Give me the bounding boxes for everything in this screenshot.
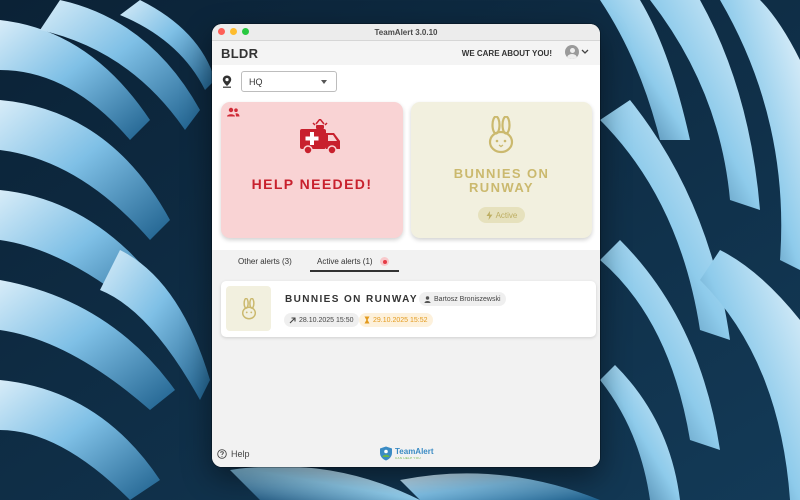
alert-title: BUNNIES ON RUNWAY (285, 294, 418, 305)
help-circle-icon (217, 449, 227, 459)
alert-deadline-time: 29.10.2025 15:52 (373, 316, 428, 324)
help-link[interactable]: Help (217, 449, 250, 459)
bunnies-on-runway-label: BUNNIES ON RUNWAY (411, 167, 592, 195)
active-status-label: Active (495, 210, 518, 220)
alert-deadline-chip: 29.10.2025 15:52 (359, 313, 433, 327)
alert-author-chip: Bartosz Broniszewski (419, 292, 506, 306)
footer: Help TeamAlert CAN HELP YOU (212, 441, 600, 467)
avatar-icon (565, 45, 579, 59)
person-icon (424, 295, 431, 303)
alert-list-item[interactable]: BUNNIES ON RUNWAY Bartosz Broniszewski 2… (221, 281, 596, 337)
alerts-panel: Other alerts (3) Active alerts (1) BUNNI… (212, 250, 600, 441)
location-row: HQ (212, 70, 600, 94)
title-bar: TeamAlert 3.0.10 (212, 24, 600, 41)
rabbit-icon (241, 297, 256, 319)
app-header: BLDR WE CARE ABOUT YOU! (212, 41, 600, 65)
window-title: TeamAlert 3.0.10 (374, 27, 438, 37)
teamalert-logo: TeamAlert CAN HELP YOU (379, 446, 434, 461)
logo-word: TeamAlert (395, 446, 434, 456)
logo-subtext: CAN HELP YOU (395, 455, 421, 460)
active-status-badge: Active (478, 207, 525, 223)
tagline: WE CARE ABOUT YOU! (461, 49, 552, 58)
people-icon (227, 107, 240, 117)
teamalert-shield-icon (380, 446, 392, 461)
location-select[interactable]: HQ (241, 71, 337, 92)
brand-name: BLDR (221, 45, 259, 61)
alert-thumbnail (226, 286, 271, 331)
ambulance-icon (300, 119, 340, 155)
tab-active-alerts[interactable]: Active alerts (1) (317, 257, 373, 266)
rabbit-icon (488, 116, 514, 154)
minimize-window-button[interactable] (230, 28, 237, 35)
logo-text: TeamAlert CAN HELP YOU (395, 446, 434, 460)
arrow-up-right-icon (289, 316, 296, 323)
bolt-icon (486, 210, 493, 220)
bunnies-on-runway-card[interactable]: BUNNIES ON RUNWAY Active (411, 102, 592, 238)
dropdown-caret-icon (321, 80, 327, 84)
help-needed-card[interactable]: HELP NEEDED! (221, 102, 403, 238)
location-select-value: HQ (249, 77, 263, 87)
alert-author: Bartosz Broniszewski (434, 295, 501, 303)
location-pin-icon (222, 75, 232, 88)
alert-cards: HELP NEEDED! BUNNIES ON RUNWAY Active (212, 102, 600, 252)
account-menu-button[interactable] (565, 45, 589, 59)
alert-tabs: Other alerts (3) Active alerts (1) (212, 250, 600, 274)
alert-start-chip: 28.10.2025 15:50 (284, 313, 359, 327)
bunny-label-line2: RUNWAY (469, 180, 534, 195)
window-controls (218, 28, 249, 35)
active-alert-indicator (380, 257, 389, 266)
chevron-down-icon (581, 49, 589, 54)
help-label: Help (231, 449, 250, 459)
close-window-button[interactable] (218, 28, 225, 35)
bunny-label-line1: BUNNIES ON (453, 166, 550, 181)
alert-start-time: 28.10.2025 15:50 (299, 316, 354, 324)
tab-other-alerts[interactable]: Other alerts (3) (238, 257, 292, 266)
hourglass-icon (364, 316, 370, 324)
app-window: TeamAlert 3.0.10 BLDR WE CARE ABOUT YOU!… (212, 24, 600, 467)
help-needed-label: HELP NEEDED! (251, 176, 373, 192)
active-tab-underline (310, 270, 399, 272)
zoom-window-button[interactable] (242, 28, 249, 35)
